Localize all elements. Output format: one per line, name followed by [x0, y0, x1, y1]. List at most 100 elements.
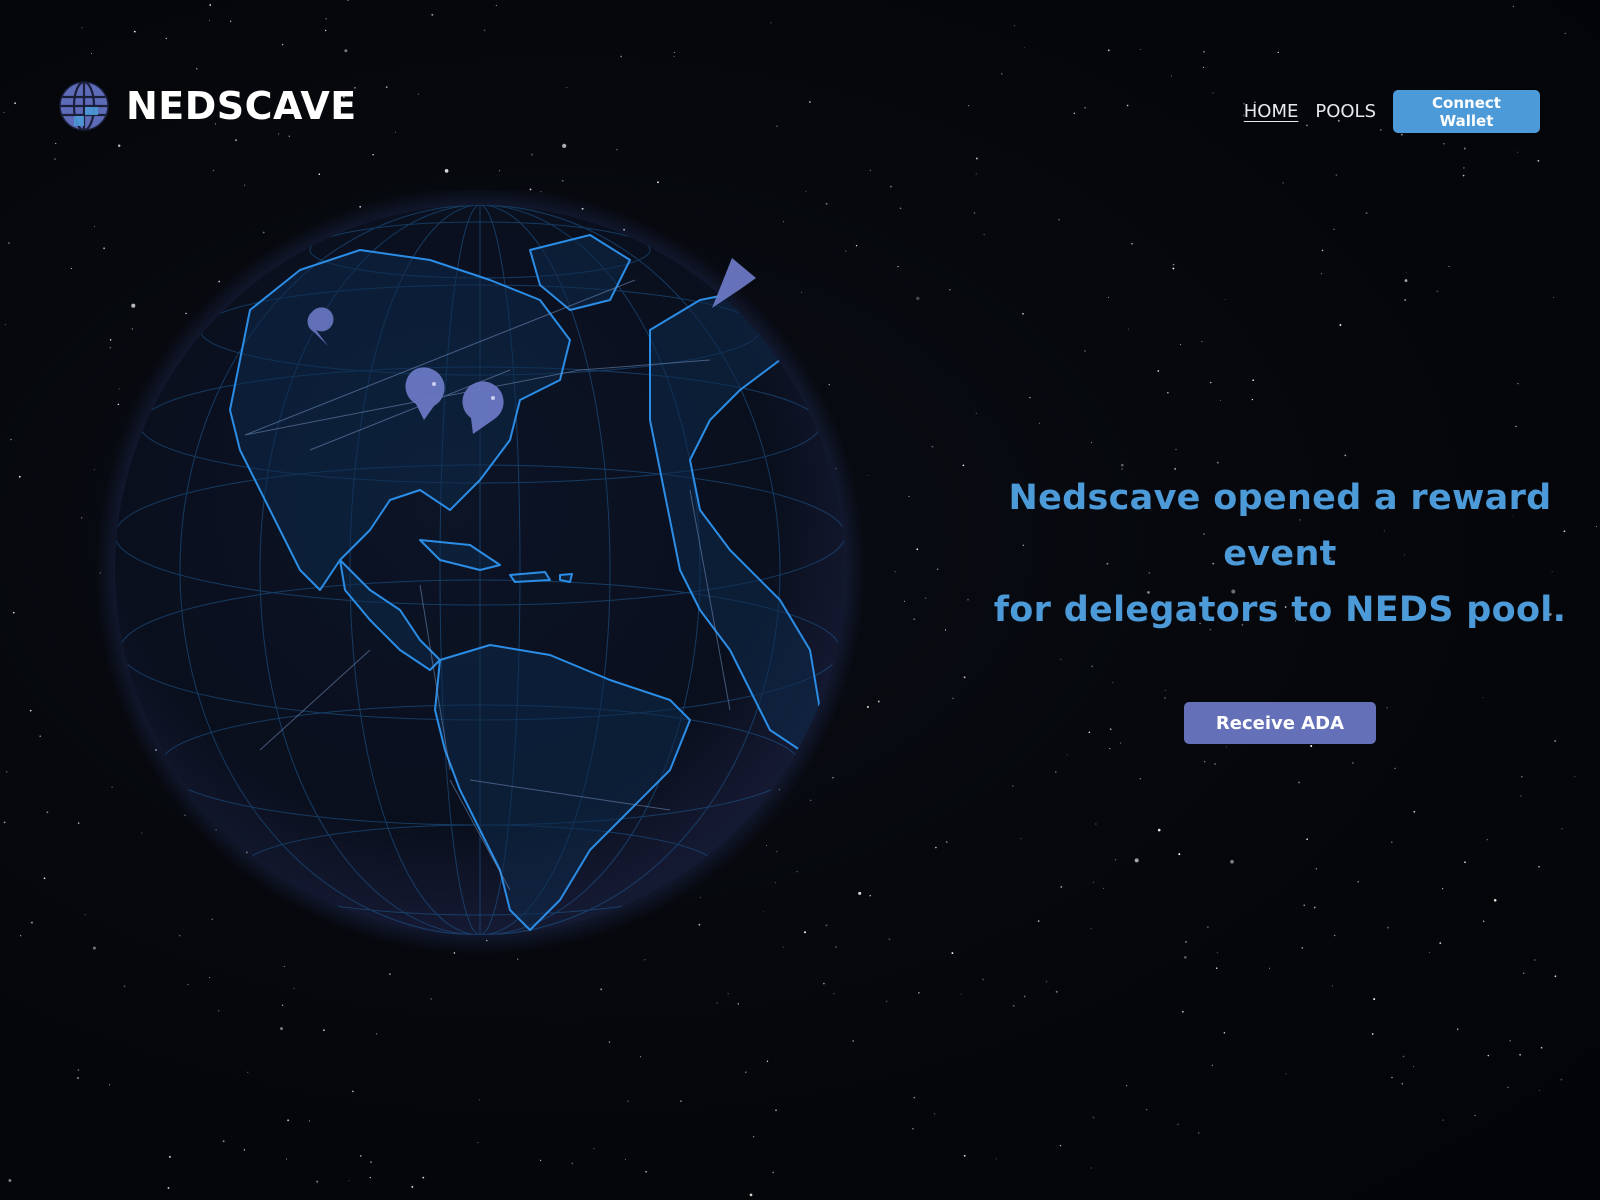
star	[1175, 449, 1177, 450]
star	[952, 697, 954, 699]
star	[212, 169, 215, 172]
star	[1310, 745, 1313, 747]
star	[1215, 967, 1218, 969]
star	[877, 700, 880, 703]
star	[1439, 942, 1442, 945]
star	[483, 29, 486, 32]
star	[945, 841, 948, 843]
star	[1442, 888, 1444, 890]
star	[1269, 967, 1271, 969]
star	[1321, 249, 1324, 252]
star	[1211, 1064, 1214, 1066]
star	[1140, 48, 1142, 51]
star	[1335, 174, 1338, 176]
star	[208, 20, 211, 22]
star	[417, 93, 419, 95]
star	[1520, 795, 1522, 797]
star	[1131, 242, 1133, 245]
star	[1512, 5, 1514, 7]
nav-link-pools[interactable]: POOLS	[1315, 101, 1376, 122]
star	[1013, 24, 1016, 27]
star	[123, 985, 126, 987]
star	[1486, 839, 1488, 841]
star	[1344, 454, 1347, 457]
star	[1037, 920, 1040, 922]
star	[3, 112, 5, 113]
star	[1001, 73, 1003, 75]
star	[1339, 324, 1342, 326]
star	[1198, 1132, 1200, 1134]
star	[348, 1180, 350, 1182]
star	[727, 993, 729, 995]
receive-ada-button[interactable]: Receive ADA	[1184, 702, 1376, 744]
star	[1331, 985, 1333, 987]
star	[1184, 956, 1187, 959]
star	[716, 1002, 718, 1004]
star	[1333, 228, 1335, 230]
star	[1172, 267, 1175, 270]
star	[1534, 959, 1536, 961]
star	[1462, 174, 1465, 177]
star	[1400, 133, 1403, 136]
star	[737, 1003, 739, 1005]
star	[1023, 995, 1026, 998]
star	[81, 27, 83, 29]
star	[1134, 858, 1139, 863]
star	[39, 735, 41, 737]
star	[499, 170, 500, 172]
star	[1167, 392, 1169, 394]
star	[133, 30, 136, 33]
star	[1202, 66, 1205, 68]
star	[1482, 920, 1485, 923]
star	[975, 173, 977, 175]
logo[interactable]: NEDSCAVE	[58, 80, 357, 132]
star	[1225, 746, 1227, 748]
star	[1560, 1078, 1563, 1081]
star	[1539, 1090, 1541, 1091]
star	[372, 153, 374, 156]
star	[852, 1040, 854, 1042]
star	[908, 495, 910, 498]
connect-wallet-button[interactable]: Connect Wallet	[1393, 90, 1540, 133]
star	[925, 597, 927, 599]
star	[1108, 296, 1109, 298]
star	[1463, 147, 1466, 150]
star	[1428, 951, 1430, 953]
star	[1333, 934, 1336, 937]
star	[1313, 906, 1316, 909]
nav-link-home[interactable]: HOME	[1244, 101, 1299, 122]
star	[903, 600, 905, 602]
star	[608, 1041, 611, 1043]
star	[1045, 980, 1048, 983]
star	[385, 86, 388, 88]
star	[1315, 867, 1318, 870]
star	[899, 207, 902, 210]
star	[962, 464, 965, 467]
star	[1177, 1123, 1179, 1126]
star	[479, 1099, 481, 1101]
globe-map[interactable]	[90, 190, 870, 970]
star	[775, 1109, 777, 1112]
star	[278, 133, 280, 135]
star	[1373, 998, 1376, 1001]
star	[1210, 381, 1212, 384]
star	[1182, 1011, 1184, 1013]
star	[680, 1100, 682, 1102]
star	[1103, 887, 1105, 889]
star	[885, 1000, 888, 1003]
star	[168, 1155, 171, 1158]
star	[1448, 265, 1450, 268]
star	[963, 1154, 966, 1157]
star	[1554, 975, 1557, 978]
star	[495, 4, 497, 6]
star	[209, 977, 211, 978]
star	[281, 43, 284, 46]
star	[1520, 775, 1523, 778]
star	[1298, 781, 1300, 784]
star	[1029, 396, 1031, 399]
star	[1413, 810, 1416, 813]
star	[616, 148, 618, 151]
star	[29, 709, 32, 712]
star	[1220, 400, 1221, 401]
star	[285, 1158, 287, 1160]
